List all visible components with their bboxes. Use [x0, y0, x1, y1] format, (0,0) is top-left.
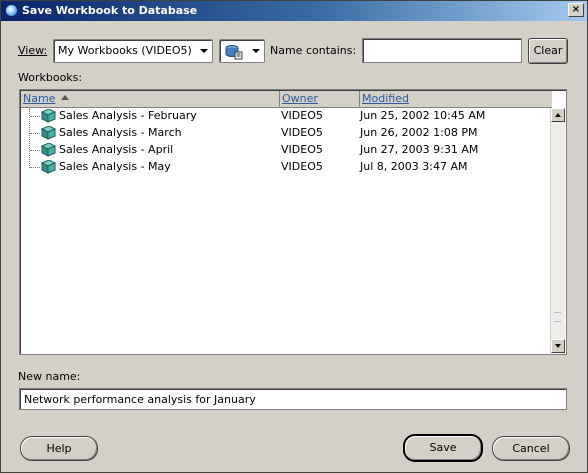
chevron-down-icon — [252, 49, 260, 53]
workbook-icon — [40, 143, 56, 157]
workbooks-table[interactable]: Name Owner Modified Sales Analysis - Feb… — [19, 89, 567, 355]
database-selector[interactable] — [219, 39, 265, 63]
view-select[interactable]: My Workbooks (VIDEO5) — [53, 39, 213, 63]
name-contains-input[interactable] — [362, 38, 522, 63]
name-contains-label-text: Name contains: — [270, 44, 357, 57]
cancel-button[interactable]: Cancel — [492, 436, 570, 461]
chevron-down-icon — [200, 49, 208, 53]
workbook-icon — [40, 126, 56, 140]
row-owner: VIDEO5 — [281, 143, 323, 156]
table-row[interactable]: Sales Analysis - April VIDEO5 Jun 27, 20… — [21, 142, 551, 159]
save-workbook-dialog: Save Workbook to Database × View: My Wor… — [0, 0, 588, 473]
scroll-up-button[interactable] — [551, 108, 565, 122]
app-icon — [5, 4, 18, 17]
column-header-name-label: Name — [23, 92, 56, 105]
sort-ascending-icon — [61, 95, 70, 100]
row-modified: Jun 25, 2002 10:45 AM — [360, 109, 486, 122]
row-modified: Jun 26, 2002 1:08 PM — [360, 126, 478, 139]
column-header-name[interactable]: Name — [21, 91, 280, 107]
row-name: Sales Analysis - March — [59, 126, 182, 139]
tree-branch — [30, 167, 40, 168]
title-bar: Save Workbook to Database × — [1, 1, 587, 21]
close-button[interactable]: × — [568, 3, 584, 17]
workbook-icon — [40, 109, 56, 123]
name-contains-label: Name contains: — [270, 44, 356, 57]
column-header-owner-label: Owner — [282, 92, 318, 105]
table-row[interactable]: Sales Analysis - May VIDEO5 Jul 8, 2003 … — [21, 159, 551, 176]
scroll-grip-icon — [554, 312, 561, 322]
row-modified: Jul 8, 2003 3:47 AM — [360, 160, 468, 173]
table-header: Name Owner Modified — [21, 91, 552, 108]
scroll-down-button[interactable] — [551, 339, 565, 353]
arrow-up-icon — [555, 113, 561, 117]
view-label-text: View: — [18, 44, 48, 57]
vertical-scrollbar[interactable] — [550, 108, 565, 353]
database-icon — [225, 45, 243, 60]
table-row[interactable]: Sales Analysis - March VIDEO5 Jun 26, 20… — [21, 125, 551, 142]
tree-branch — [30, 150, 40, 151]
column-header-owner[interactable]: Owner — [280, 91, 360, 107]
table-rows: Sales Analysis - February VIDEO5 Jun 25,… — [21, 108, 551, 176]
view-label: View: — [18, 44, 47, 57]
row-owner: VIDEO5 — [281, 160, 323, 173]
row-name: Sales Analysis - April — [59, 143, 174, 156]
column-header-modified[interactable]: Modified — [360, 91, 552, 107]
save-button[interactable]: Save — [403, 434, 483, 462]
view-select-value: My Workbooks (VIDEO5) — [58, 44, 192, 57]
dialog-title: Save Workbook to Database — [22, 4, 198, 17]
scroll-track[interactable] — [551, 122, 565, 339]
row-owner: VIDEO5 — [281, 109, 323, 122]
row-modified: Jun 27, 2003 9:31 AM — [360, 143, 479, 156]
table-row[interactable]: Sales Analysis - February VIDEO5 Jun 25,… — [21, 108, 551, 125]
workbook-icon — [40, 160, 56, 174]
row-name: Sales Analysis - February — [59, 109, 197, 122]
help-button[interactable]: Help — [20, 436, 98, 461]
arrow-down-icon — [555, 344, 561, 348]
column-header-modified-label: Modified — [362, 92, 409, 105]
workbooks-label: Workbooks: — [18, 71, 83, 84]
tree-branch — [30, 116, 40, 117]
row-owner: VIDEO5 — [281, 126, 323, 139]
new-name-label: New name: — [18, 370, 81, 383]
clear-button[interactable]: Clear — [528, 38, 568, 64]
tree-branch — [30, 133, 40, 134]
row-name: Sales Analysis - May — [59, 160, 171, 173]
new-name-input[interactable] — [19, 388, 567, 410]
